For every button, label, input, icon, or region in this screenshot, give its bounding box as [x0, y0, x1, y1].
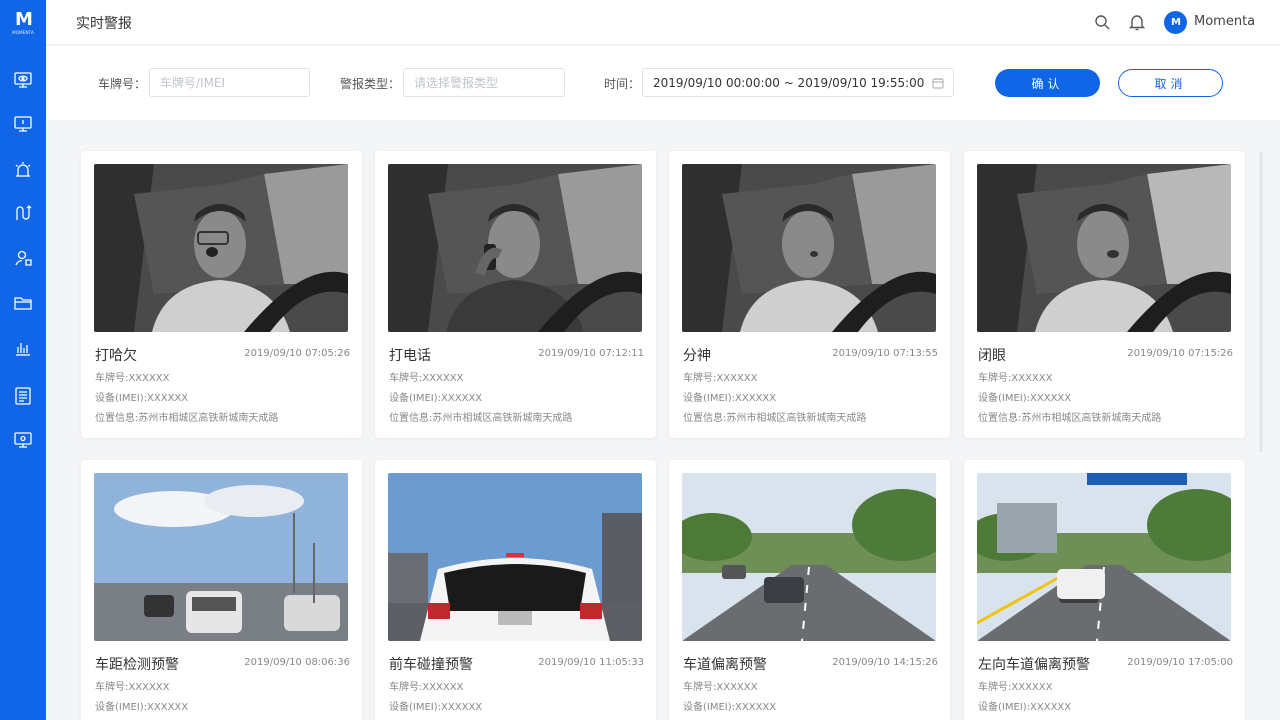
plate-input[interactable]: 车牌号/IMEI: [149, 68, 310, 97]
location-user-icon: [15, 250, 32, 266]
alarm-type: 打哈欠: [95, 348, 137, 364]
alarm-time: 2019/09/10 14:15:26: [832, 657, 938, 668]
alarm-snapshot[interactable]: [388, 164, 642, 332]
alarm-snapshot[interactable]: [682, 473, 936, 641]
alarm-type: 打电话: [389, 348, 431, 364]
alarm-plate: 车牌号:XXXXXX: [978, 682, 1053, 693]
avatar[interactable]: M: [1164, 11, 1187, 34]
alarm-card[interactable]: 打电话 2019/09/10 07:12:11 车牌号:XXXXXX 设备(IMEI)…: [375, 151, 656, 438]
alarm-location: 位置信息:苏州市相城区高铁新城南天成路: [95, 413, 279, 424]
sidebar-item-settings[interactable]: [0, 424, 46, 456]
alarm-time: 2019/09/10 17:05:00: [1127, 657, 1233, 668]
alarm-snapshot[interactable]: [94, 473, 348, 641]
alarm-snapshot[interactable]: [94, 164, 348, 332]
confirm-button[interactable]: 确认: [995, 69, 1100, 97]
alarm-plate: 车牌号:XXXXXX: [95, 373, 170, 384]
search-icon[interactable]: [1092, 12, 1112, 32]
folder-icon: [14, 297, 32, 310]
alarm-type: 闭眼: [978, 348, 1006, 364]
alarm-location: 位置信息:苏州市相城区高铁新城南天成路: [978, 413, 1162, 424]
sidebar-item-location[interactable]: [0, 242, 46, 274]
sidebar-item-folder[interactable]: [0, 287, 46, 319]
alarm-plate: 车牌号:XXXXXX: [683, 682, 758, 693]
alarm-time: 2019/09/10 07:12:11: [538, 348, 644, 359]
alarm-snapshot[interactable]: [977, 164, 1231, 332]
bar-chart-icon: [16, 343, 30, 356]
sidebar-item-route[interactable]: [0, 197, 46, 229]
plate-input-placeholder: 车牌号/IMEI: [160, 76, 226, 90]
alarm-snapshot[interactable]: [388, 473, 642, 641]
alarm-device: 设备(IMEI):XXXXXX: [978, 393, 1072, 404]
alarm-type: 左向车道偏离预警: [978, 657, 1090, 673]
sidebar-item-monitor[interactable]: [0, 64, 46, 96]
time-label: 时间：: [604, 77, 641, 91]
alarm-device: 设备(IMEI):XXXXXX: [95, 702, 189, 713]
alarm-time: 2019/09/10 07:05:26: [244, 348, 350, 359]
alarm-card[interactable]: 分神 2019/09/10 07:13:55 车牌号:XXXXXX 设备(IMEI):…: [669, 151, 950, 438]
alarm-device: 设备(IMEI):XXXXXX: [683, 702, 777, 713]
alarm-snapshot[interactable]: [682, 164, 936, 332]
alarm-card[interactable]: 车距检测预警 2019/09/10 08:06:36 车牌号:XXXXXX 设备(IM…: [81, 460, 362, 720]
time-range-picker[interactable]: 2019/09/10 00:00:00 ~ 2019/09/10 19:55:0…: [642, 68, 954, 97]
alarm-card[interactable]: 前车碰撞预警 2019/09/10 11:05:33 车牌号:XXXXXX 设备(IM…: [375, 460, 656, 720]
alarm-type-label: 警报类型：: [340, 77, 401, 91]
username[interactable]: Momenta: [1194, 14, 1255, 29]
bell-icon[interactable]: [1127, 12, 1147, 32]
calendar-icon: [932, 78, 944, 89]
app-logo[interactable]: M MOMENTA: [0, 0, 46, 46]
alarm-snapshot[interactable]: [977, 473, 1231, 641]
logo-mark: M: [15, 9, 33, 30]
top-header: 实时警报 M Momenta: [46, 0, 1280, 45]
logo-subtitle: MOMENTA: [12, 30, 34, 35]
alarm-card[interactable]: 左向车道偏离预警 2019/09/10 17:05:00 车牌号:XXXXXX 设备(…: [964, 460, 1245, 720]
alarm-plate: 车牌号:XXXXXX: [389, 682, 464, 693]
cancel-button[interactable]: 取消: [1118, 69, 1223, 97]
monitor-eye-icon: [14, 72, 32, 88]
sidebar-item-reports[interactable]: [0, 380, 46, 412]
screen-icon: [14, 116, 32, 132]
alarm-device: 设备(IMEI):XXXXXX: [95, 393, 189, 404]
alarm-card[interactable]: 车道偏离预警 2019/09/10 14:15:26 车牌号:XXXXXX 设备(IM…: [669, 460, 950, 720]
alarm-icon: [15, 162, 31, 177]
alarm-plate: 车牌号:XXXXXX: [683, 373, 758, 384]
sidebar-item-statistics[interactable]: [0, 332, 46, 364]
alarm-plate: 车牌号:XXXXXX: [389, 373, 464, 384]
document-list-icon: [15, 387, 31, 405]
route-icon: [16, 205, 32, 220]
alarm-device: 设备(IMEI):XXXXXX: [978, 702, 1072, 713]
alarm-type: 前车碰撞预警: [389, 657, 473, 673]
alarm-type: 分神: [683, 348, 711, 364]
alarm-type-placeholder: 请选择警报类型: [414, 76, 499, 90]
settings-screen-icon: [14, 432, 32, 448]
alarm-device: 设备(IMEI):XXXXXX: [683, 393, 777, 404]
alarm-location: 位置信息:苏州市相城区高铁新城南天成路: [683, 413, 867, 424]
alarm-time: 2019/09/10 08:06:36: [244, 657, 350, 668]
alarm-device: 设备(IMEI):XXXXXX: [389, 393, 483, 404]
sidebar-item-screen[interactable]: [0, 108, 46, 140]
alarm-type: 车距检测预警: [95, 657, 179, 673]
alarm-time: 2019/09/10 07:15:26: [1127, 348, 1233, 359]
time-range-value: 2019/09/10 00:00:00 ~ 2019/09/10 19:55:0…: [653, 75, 925, 90]
alarm-plate: 车牌号:XXXXXX: [95, 682, 170, 693]
sidebar: M MOMENTA: [0, 0, 46, 720]
page-title: 实时警报: [76, 16, 132, 32]
alarm-card[interactable]: 打哈欠 2019/09/10 07:05:26 车牌号:XXXXXX 设备(IMEI)…: [81, 151, 362, 438]
scrollbar[interactable]: [1259, 152, 1263, 452]
alarm-time: 2019/09/10 07:13:55: [832, 348, 938, 359]
sidebar-item-alarm[interactable]: [0, 154, 46, 186]
plate-label: 车牌号：: [98, 77, 147, 91]
alarm-device: 设备(IMEI):XXXXXX: [389, 702, 483, 713]
alarm-location: 位置信息:苏州市相城区高铁新城南天成路: [389, 413, 573, 424]
filter-bar: 车牌号： 车牌号/IMEI 警报类型： 请选择警报类型 时间： 2019/09/…: [46, 46, 1280, 120]
alarm-type-select[interactable]: 请选择警报类型: [403, 68, 565, 97]
alarm-plate: 车牌号:XXXXXX: [978, 373, 1053, 384]
alarm-time: 2019/09/10 11:05:33: [538, 657, 644, 668]
alarm-card[interactable]: 闭眼 2019/09/10 07:15:26 车牌号:XXXXXX 设备(IMEI):…: [964, 151, 1245, 438]
alarm-type: 车道偏离预警: [683, 657, 767, 673]
